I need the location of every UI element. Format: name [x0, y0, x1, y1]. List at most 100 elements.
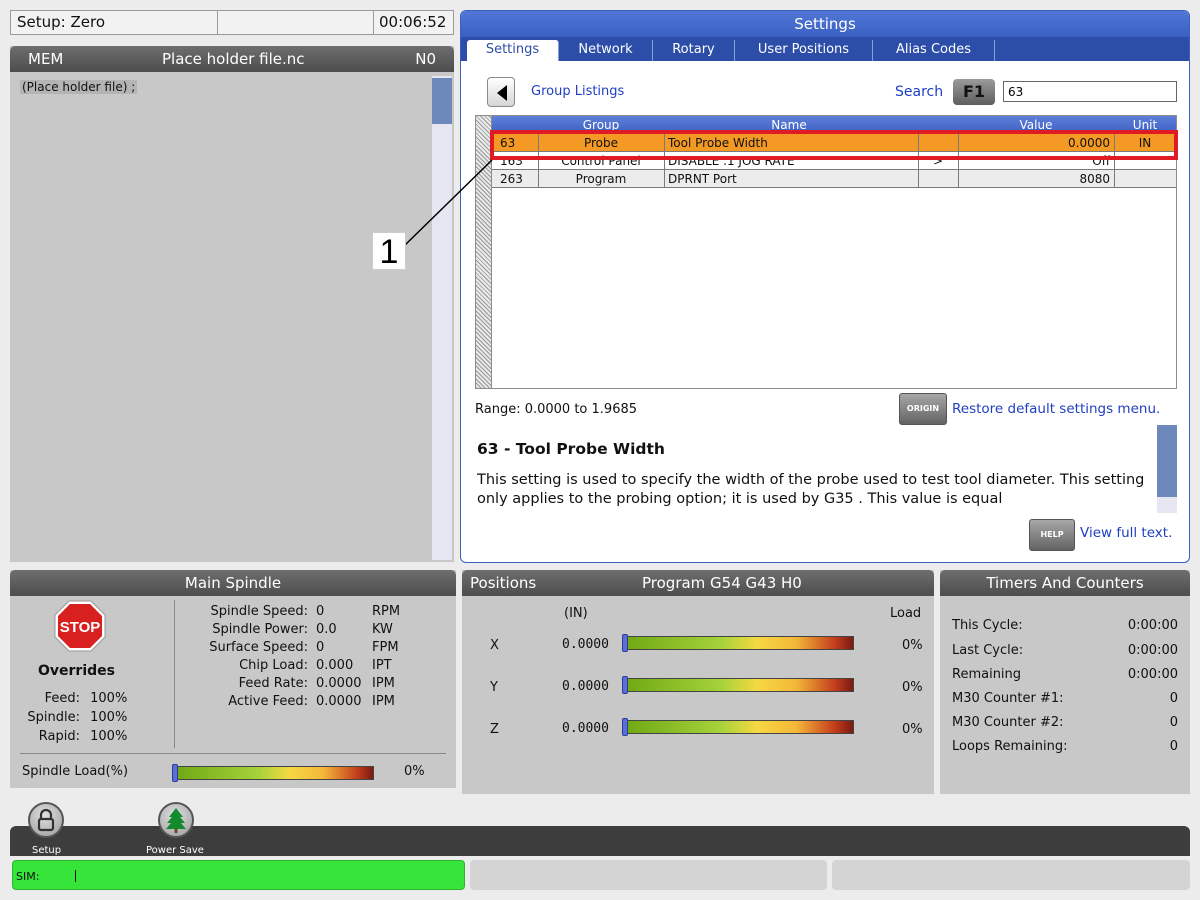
axis-label-z: Z [490, 722, 499, 737]
axis-load-bar-z [622, 718, 854, 736]
setting-number: 263 [500, 172, 523, 186]
setup-status-bar: Setup: Zero 00:06:52 [10, 10, 454, 35]
main-spindle-title: Main Spindle [10, 570, 456, 596]
description-scroll-thumb[interactable] [1157, 425, 1177, 497]
help-key[interactable]: HELP [1029, 519, 1075, 551]
program-line-number: N0 [415, 50, 436, 68]
tab-network[interactable]: Network [559, 40, 653, 61]
view-full-text-link[interactable]: View full text. [1080, 525, 1172, 541]
positions-coordinate-system: Program G54 G43 H0 [642, 574, 802, 592]
surface-speed: Surface Speed: 0 FPM [209, 640, 399, 655]
tree-icon [166, 808, 186, 833]
axis-load-z: 0% [902, 722, 923, 737]
spindle-load-bar [172, 764, 374, 782]
program-code-line[interactable]: (Place holder file) ; [20, 80, 138, 94]
stop-sign-icon[interactable]: STOP [54, 600, 106, 652]
feed-rate: Feed Rate: 0.0000 IPM [238, 676, 395, 691]
axis-load-indicator [622, 676, 628, 694]
loops-remaining: Loops Remaining: 0 [952, 739, 1178, 754]
settings-panel: Settings Settings Network Rotary User Po… [460, 10, 1190, 563]
f1-search-key[interactable]: F1 [953, 79, 995, 105]
setting-group: Program [575, 172, 627, 186]
tab-user-positions[interactable]: User Positions [735, 40, 873, 61]
axis-load-indicator [622, 634, 628, 652]
setup-title: Setup: Zero [17, 13, 106, 31]
group-listings-link[interactable]: Group Listings [531, 84, 624, 99]
positions-header: Positions Program G54 G43 H0 [462, 570, 934, 596]
program-scrollbar[interactable] [432, 76, 452, 560]
power-save-button[interactable] [158, 802, 194, 838]
axis-value-y: 0.0000 [562, 679, 609, 694]
highlight-frame [490, 130, 1178, 160]
settings-tabs: Settings Network Rotary User Positions A… [461, 37, 1189, 61]
override-feed: Feed: 100% [44, 691, 128, 706]
positions-title: Positions [470, 574, 537, 592]
program-mode: MEM [28, 50, 64, 68]
divider [217, 11, 218, 34]
setup-lock-button[interactable] [28, 802, 64, 838]
text-cursor [75, 870, 76, 882]
sim-status-bar: SIM: [12, 860, 465, 890]
back-arrow-icon [497, 85, 507, 101]
axis-load-bar-y [622, 676, 854, 694]
setting-range: Range: 0.0000 to 1.9685 [475, 402, 638, 417]
program-file-name: Place holder file.nc [162, 50, 305, 68]
program-panel: MEM Place holder file.nc N0 (Place holde… [10, 46, 454, 562]
setting-submenu-arrow [918, 171, 958, 187]
power-save-label: Power Save [146, 845, 204, 856]
callout-number: 1 [372, 232, 406, 271]
description-title: 63 - Tool Probe Width [477, 440, 665, 458]
timer-last-cycle: Last Cycle: 0:00:00 [952, 643, 1178, 658]
search-input[interactable] [1003, 81, 1177, 102]
timers-title: Timers And Counters [940, 570, 1190, 596]
restore-defaults-link[interactable]: Restore default settings menu. [952, 401, 1160, 417]
divider [20, 753, 446, 754]
axis-load-y: 0% [902, 680, 923, 695]
divider [373, 11, 374, 34]
timer-remaining: Remaining 0:00:00 [952, 667, 1178, 682]
search-label: Search [895, 84, 944, 100]
setup-button-label: Setup [32, 845, 62, 856]
axis-load-x: 0% [902, 638, 923, 653]
sim-label: SIM: [16, 870, 40, 883]
spindle-load-indicator [172, 764, 178, 782]
active-feed: Active Feed: 0.0000 IPM [228, 694, 395, 709]
spindle-power: Spindle Power: 0.0 KW [212, 622, 393, 637]
status-field [832, 860, 1190, 890]
tab-rotary[interactable]: Rotary [653, 40, 735, 61]
program-header: MEM Place holder file.nc N0 [10, 46, 454, 72]
axis-load-indicator [622, 718, 628, 736]
spindle-load-value: 0% [404, 764, 425, 779]
positions-load-header: Load [890, 606, 922, 621]
origin-key[interactable]: ORIGIN [899, 393, 947, 425]
status-field [470, 860, 827, 890]
positions-panel: Positions Program G54 G43 H0 (IN) Load X… [462, 570, 934, 794]
settings-title: Settings [461, 11, 1189, 37]
lock-icon [37, 808, 55, 832]
overrides-label: Overrides [38, 663, 115, 679]
axis-label-x: X [490, 638, 499, 653]
axis-load-bar-x [622, 634, 854, 652]
stop-label: STOP [60, 619, 101, 636]
program-scroll-thumb[interactable] [432, 78, 452, 124]
tab-settings[interactable]: Settings [467, 40, 559, 61]
spindle-speed: Spindle Speed: 0 RPM [210, 604, 401, 619]
elapsed-time: 00:06:52 [379, 13, 447, 31]
tab-alias-codes[interactable]: Alias Codes [873, 40, 995, 61]
back-button[interactable] [487, 77, 515, 107]
setting-name: DPRNT Port [668, 172, 737, 186]
setting-unit [1114, 171, 1176, 187]
description-text: This setting is used to specify the widt… [477, 472, 1145, 507]
override-spindle: Spindle: 100% [27, 710, 128, 725]
positions-units: (IN) [564, 606, 588, 621]
table-row[interactable]: 263 Program DPRNT Port 8080 [492, 170, 1176, 188]
timers-panel: Timers And Counters This Cycle: 0:00:00 L… [940, 570, 1190, 794]
axis-value-z: 0.0000 [562, 721, 609, 736]
chip-load: Chip Load: 0.000 IPT [239, 658, 392, 673]
m30-counter-2: M30 Counter #2: 0 [952, 715, 1178, 730]
m30-counter-1: M30 Counter #1: 0 [952, 691, 1178, 706]
spindle-load-label: Spindle Load(%) [22, 764, 129, 779]
setting-value: 8080 [1079, 172, 1110, 186]
override-rapid: Rapid: 100% [38, 729, 128, 744]
main-spindle-panel: Main Spindle STOP Overrides Feed: 100% S… [10, 570, 456, 788]
